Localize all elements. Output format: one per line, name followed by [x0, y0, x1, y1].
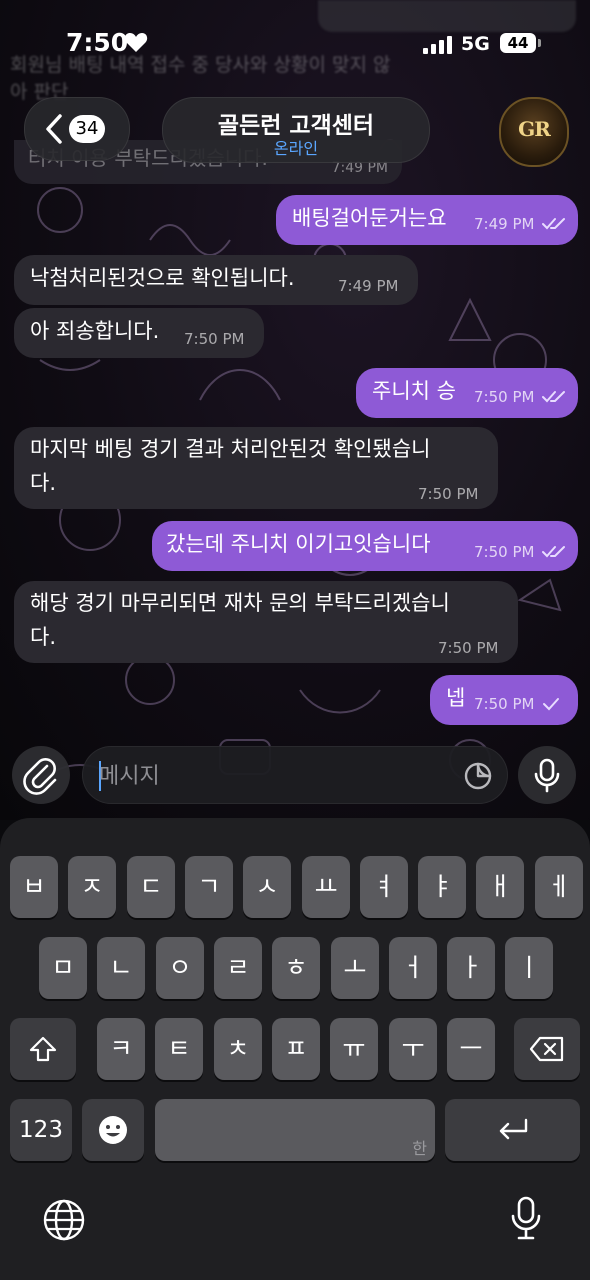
message-bubble-outgoing[interactable]: 배팅걸어둔거는요 7:49 PM — [276, 195, 578, 245]
message-bubble-incoming[interactable]: 아 죄송합니다. 7:50 PM — [14, 308, 264, 358]
key[interactable]: ㅁ — [39, 937, 87, 999]
message-composer — [0, 730, 590, 820]
globe-icon[interactable] — [42, 1198, 86, 1242]
shift-icon — [29, 1036, 57, 1062]
message-text-line1: 해당 경기 마무리되면 재차 문의 부탁드리겠습니 — [30, 591, 450, 615]
key[interactable]: ㅌ — [155, 1018, 203, 1080]
voice-message-button[interactable] — [518, 746, 576, 804]
message-text: 아 죄송합니다. — [30, 319, 160, 343]
message-text: 넵 — [446, 686, 466, 710]
message-time: 7:50 PM — [184, 330, 245, 348]
message-time: 7:50 PM — [474, 543, 535, 561]
message-input-field[interactable] — [82, 746, 508, 804]
key[interactable]: ㄱ — [185, 856, 233, 918]
return-key[interactable] — [445, 1099, 580, 1161]
network-type: 5G — [461, 33, 490, 55]
message-time: 7:49 PM — [338, 277, 399, 295]
battery-tip — [538, 39, 541, 47]
attach-icon — [23, 758, 57, 795]
message-time: 7:50 PM — [418, 485, 479, 503]
message-input[interactable] — [97, 757, 451, 795]
key[interactable]: ㅕ — [360, 856, 408, 918]
key[interactable]: ㅎ — [272, 937, 320, 999]
double-check-icon — [542, 218, 565, 230]
key[interactable]: ㅈ — [68, 856, 116, 918]
key[interactable]: ㄷ — [127, 856, 175, 918]
key[interactable]: ㅓ — [389, 937, 437, 999]
chat-online-status: 온라인 — [273, 139, 319, 158]
numbers-key[interactable]: 123 — [10, 1099, 72, 1161]
unread-count-badge: 34 — [69, 115, 105, 143]
key[interactable]: ㅍ — [272, 1018, 320, 1080]
emoji-icon — [99, 1116, 127, 1144]
message-text: 갔는데 주니치 이기고잇습니다 — [166, 532, 431, 556]
message-time: 7:50 PM — [474, 388, 535, 406]
status-time: 7:50 — [66, 28, 129, 57]
key[interactable]: ㅊ — [214, 1018, 262, 1080]
double-check-icon — [542, 391, 565, 403]
avatar[interactable]: GR — [499, 97, 569, 167]
key[interactable]: ㅐ — [476, 856, 524, 918]
key[interactable]: ㄴ — [97, 937, 145, 999]
space-key[interactable]: 한 — [155, 1099, 435, 1161]
key[interactable]: ㅡ — [447, 1018, 495, 1080]
key[interactable]: ㅜ — [389, 1018, 437, 1080]
message-time: 7:50 PM — [438, 639, 499, 657]
status-bar: 7:50 5G 44 — [0, 0, 590, 90]
backspace-icon — [529, 1036, 564, 1062]
message-text-line1: 마지막 베팅 경기 결과 처리안된것 확인됐습니 — [30, 437, 431, 461]
message-bubble-outgoing[interactable]: 주니치 승 7:50 PM — [356, 368, 578, 418]
key[interactable]: ㅋ — [97, 1018, 145, 1080]
key[interactable]: ㅛ — [302, 856, 350, 918]
key[interactable]: ㄹ — [214, 937, 262, 999]
key[interactable]: ㅏ — [447, 937, 495, 999]
key[interactable]: ㅇ — [156, 937, 204, 999]
emoji-key[interactable] — [82, 1099, 144, 1161]
message-bubble-incoming[interactable]: 해당 경기 마무리되면 재차 문의 부탁드리겠습니 다. 7:50 PM — [14, 581, 518, 663]
message-text: 배팅걸어둔거는요 — [292, 206, 447, 230]
backspace-key[interactable] — [514, 1018, 580, 1080]
message-bubble-incoming[interactable]: 낙첨처리된것으로 확인됩니다. 7:49 PM — [14, 255, 418, 305]
avatar-logo-text: GR — [518, 117, 551, 141]
attach-button[interactable] — [12, 746, 70, 804]
sticker-icon[interactable] — [463, 761, 493, 791]
dictation-icon[interactable] — [510, 1196, 542, 1242]
key[interactable]: ㅅ — [243, 856, 291, 918]
single-check-icon — [543, 698, 559, 711]
signal-icon — [423, 36, 452, 54]
double-check-icon — [542, 546, 565, 558]
message-text-line2: 다. — [30, 625, 56, 649]
heart-icon — [124, 33, 148, 52]
key[interactable]: ㅣ — [505, 937, 553, 999]
shift-key[interactable] — [10, 1018, 76, 1080]
key[interactable]: ㅗ — [331, 937, 379, 999]
message-time: 7:49 PM — [474, 215, 535, 233]
key[interactable]: ㅔ — [535, 856, 583, 918]
message-text: 주니치 승 — [372, 379, 456, 403]
key[interactable]: ㅠ — [330, 1018, 378, 1080]
chevron-left-icon — [46, 114, 62, 144]
space-key-label: 한 — [412, 1139, 427, 1158]
message-bubble-incoming[interactable]: 마지막 베팅 경기 결과 처리안된것 확인됐습니 다. 7:50 PM — [14, 427, 498, 509]
key[interactable]: ㅂ — [10, 856, 58, 918]
message-bubble-outgoing[interactable]: 넵 7:50 PM — [430, 675, 578, 725]
battery-level: 44 — [500, 33, 536, 53]
chat-title-button[interactable]: 골든런 고객센터 온라인 — [162, 97, 430, 163]
message-time: 7:50 PM — [474, 695, 535, 713]
message-text: 낙첨처리된것으로 확인됩니다. — [30, 266, 295, 290]
message-text-line2: 다. — [30, 471, 56, 495]
message-bubble-outgoing[interactable]: 갔는데 주니치 이기고잇습니다 7:50 PM — [152, 521, 578, 571]
mic-icon — [534, 758, 560, 793]
back-button[interactable]: 34 — [24, 97, 130, 161]
return-icon — [499, 1118, 527, 1140]
key[interactable]: ㅑ — [418, 856, 466, 918]
